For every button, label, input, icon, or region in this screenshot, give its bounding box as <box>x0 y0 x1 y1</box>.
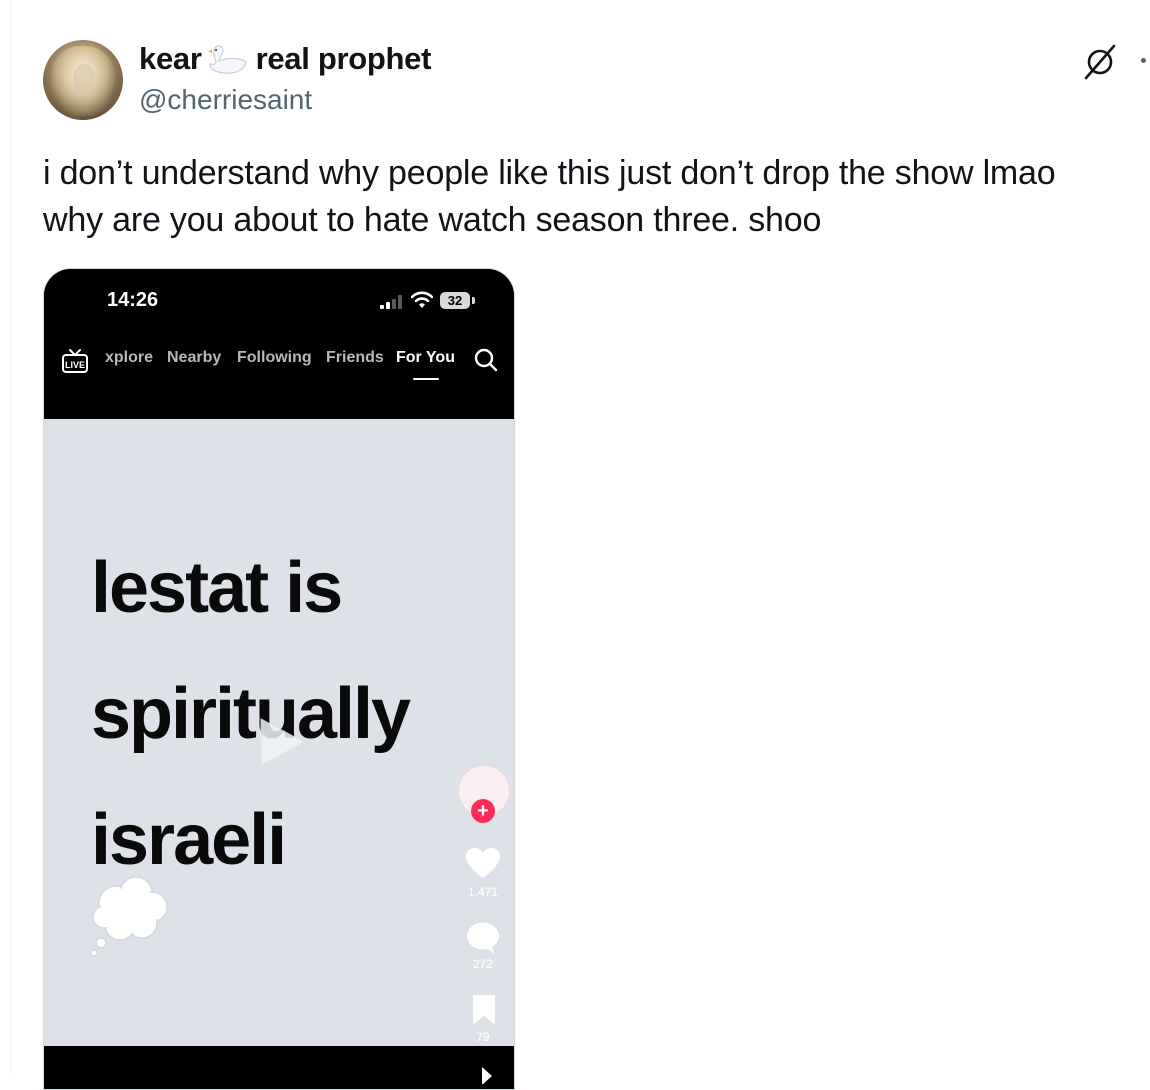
follow-button[interactable]: + <box>471 799 495 823</box>
video-caption-line-1: lestat is <box>91 548 343 628</box>
like-icon[interactable] <box>465 847 501 879</box>
live-label: LIVE <box>65 360 85 370</box>
display-name-part1: kear <box>139 41 202 76</box>
avatar[interactable] <box>43 40 123 120</box>
bookmark-icon[interactable] <box>471 994 497 1026</box>
swan-emoji-icon <box>207 45 247 74</box>
video-caption-line-2: spiritually <box>91 674 411 754</box>
thought-balloon-icon <box>90 876 168 957</box>
display-name-part2: real prophet <box>255 41 432 76</box>
video-caption: lestat is spiritually israeli <box>91 525 411 903</box>
play-icon[interactable] <box>257 716 307 768</box>
battery-nub <box>472 297 475 304</box>
nav-tab-for-you[interactable]: For You <box>396 349 455 367</box>
nav-tab-following[interactable]: Following <box>237 349 312 367</box>
timeline-border <box>10 0 11 1074</box>
nav-tab-nearby[interactable]: Nearby <box>167 349 221 367</box>
phone-status-bar: 14:26 32 <box>44 269 514 335</box>
cellular-signal-icon <box>380 295 402 309</box>
live-tv-icon[interactable]: LIVE <box>61 347 89 375</box>
tweet-text-line-2: why are you about to hate watch season t… <box>43 201 822 239</box>
wifi-icon <box>411 291 433 308</box>
comment-icon[interactable] <box>466 921 500 955</box>
search-icon[interactable] <box>473 347 499 373</box>
user-handle[interactable]: @cherriesaint <box>139 84 312 116</box>
share-arrow-icon[interactable] <box>476 1064 496 1084</box>
battery-indicator: 32 <box>440 292 470 309</box>
active-tab-underline <box>413 378 439 380</box>
nav-tab-friends[interactable]: Friends <box>326 349 384 367</box>
tweet-media-screenshot[interactable]: 14:26 32 LIVE xplore Nearby Following Fr… <box>43 268 515 1090</box>
nav-tab-explore[interactable]: xplore <box>105 349 153 367</box>
status-time: 14:26 <box>107 289 159 311</box>
like-count: 1,471 <box>467 885 499 899</box>
tweet-text-line-1: i don’t understand why people like this … <box>43 154 1056 192</box>
tiktok-top-nav: LIVE xplore Nearby Following Friends For… <box>44 335 514 419</box>
more-options-icon[interactable] <box>1141 58 1146 63</box>
video-frame[interactable]: lestat is spiritually israeli + 1,471 27… <box>44 419 514 1046</box>
display-name[interactable]: kear real prophet <box>139 41 431 77</box>
grok-icon[interactable] <box>1080 42 1120 82</box>
tweet-text: i don’t understand why people like this … <box>43 150 1133 244</box>
save-count: 79 <box>476 1030 490 1044</box>
video-bottom-bar <box>44 1046 514 1089</box>
comment-count: 272 <box>472 957 494 971</box>
